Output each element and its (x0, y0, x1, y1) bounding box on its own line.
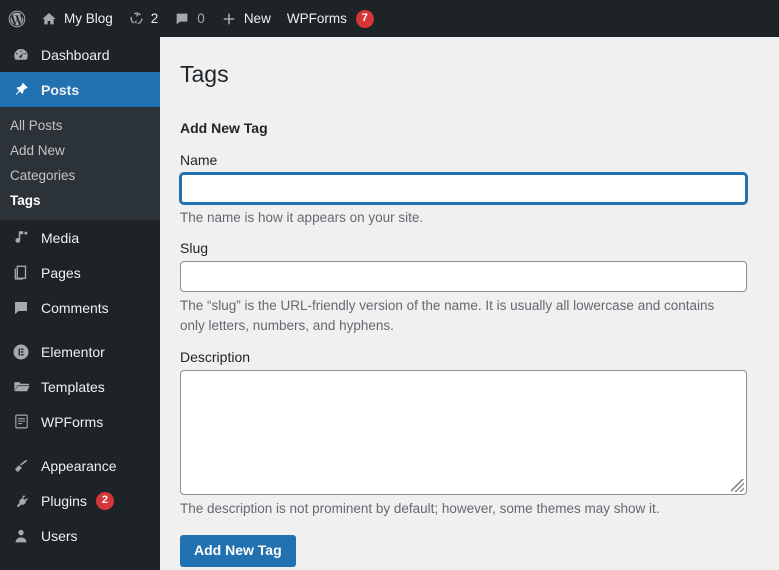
sidebar-item-appearance-label: Appearance (41, 458, 117, 474)
sidebar-item-pages[interactable]: Pages (0, 255, 160, 290)
sidebar-separator (0, 439, 160, 448)
sidebar-item-comments-label: Comments (41, 300, 109, 316)
sidebar-item-dashboard-label: Dashboard (41, 47, 110, 63)
description-help-text: The description is not prominent by defa… (180, 499, 740, 519)
field-name: Name The name is how it appears on your … (180, 152, 779, 228)
description-label: Description (180, 337, 779, 365)
field-slug: Slug The “slug” is the URL-friendly vers… (180, 228, 779, 337)
wpforms-icon (9, 412, 33, 432)
adminbar-new-label: New (244, 12, 271, 26)
admin-sidebar-menu: Dashboard Posts All Posts Add New Catego… (0, 37, 160, 570)
sidebar-item-templates-label: Templates (41, 379, 105, 395)
adminbar-site-name-label: My Blog (64, 12, 113, 26)
adminbar-wpforms-badge: 7 (356, 10, 374, 28)
sidebar-item-dashboard[interactable]: Dashboard (0, 37, 160, 72)
adminbar-new-content[interactable]: New (213, 0, 279, 37)
description-textarea[interactable] (180, 370, 747, 495)
sidebar-item-media[interactable]: Media (0, 220, 160, 255)
field-description: Description The description is not promi… (180, 337, 779, 519)
adminbar-comments-count: 0 (197, 12, 205, 26)
name-input[interactable] (180, 173, 747, 204)
adminbar-comments[interactable]: 0 (166, 0, 213, 37)
sidebar-item-wpforms[interactable]: WPForms (0, 404, 160, 439)
sidebar-item-plugins-label: Plugins (41, 493, 87, 509)
sidebar-separator (0, 325, 160, 334)
adminbar-wpforms-label: WPForms (287, 12, 347, 26)
plug-icon (9, 491, 33, 511)
comment-bubble-icon (174, 11, 190, 27)
sidebar-item-posts[interactable]: Posts (0, 72, 160, 107)
page-title: Tags (160, 37, 779, 90)
wordpress-admin-screen: My Blog 2 0 (0, 0, 779, 570)
admin-bar: My Blog 2 0 (0, 0, 779, 37)
folder-icon (9, 377, 33, 397)
home-icon (41, 11, 57, 27)
media-icon (9, 228, 33, 248)
sidebar-submenu-posts: All Posts Add New Categories Tags (0, 107, 160, 220)
sidebar-item-templates[interactable]: Templates (0, 369, 160, 404)
sidebar-item-users-label: Users (41, 528, 78, 544)
wordpress-logo-icon (7, 9, 27, 29)
updates-icon (129, 11, 144, 26)
adminbar-wordpress-logo[interactable] (0, 0, 33, 37)
sidebar-subitem-add-new[interactable]: Add New (0, 138, 160, 163)
sidebar-subitem-all-posts[interactable]: All Posts (0, 113, 160, 138)
sidebar-subitem-tags[interactable]: Tags (0, 188, 160, 213)
paintbrush-icon (9, 456, 33, 476)
sidebar-item-posts-label: Posts (41, 82, 79, 98)
dashboard-icon (9, 45, 33, 65)
sidebar-item-plugins[interactable]: Plugins 2 (0, 483, 160, 518)
sidebar-item-pages-label: Pages (41, 265, 81, 281)
sidebar-item-elementor-label: Elementor (41, 344, 105, 360)
main-content: Tags Add New Tag Name The name is how it… (160, 37, 779, 570)
adminbar-site-name[interactable]: My Blog (33, 0, 121, 37)
name-label: Name (180, 152, 779, 168)
name-help-text: The name is how it appears on your site. (180, 208, 740, 228)
form-heading: Add New Tag (180, 120, 779, 136)
user-icon (9, 526, 33, 546)
slug-label: Slug (180, 228, 779, 256)
sidebar-item-appearance[interactable]: Appearance (0, 448, 160, 483)
add-new-tag-button[interactable]: Add New Tag (180, 535, 296, 567)
elementor-icon (9, 342, 33, 362)
sidebar-item-users[interactable]: Users (0, 518, 160, 553)
description-textarea-wrapper (180, 370, 747, 495)
sidebar-item-media-label: Media (41, 230, 79, 246)
adminbar-wpforms[interactable]: WPForms 7 (279, 0, 382, 37)
sidebar-item-elementor[interactable]: Elementor (0, 334, 160, 369)
pin-icon (9, 80, 33, 100)
adminbar-updates[interactable]: 2 (121, 0, 167, 37)
add-new-tag-form: Add New Tag Name The name is how it appe… (160, 90, 779, 567)
slug-input[interactable] (180, 261, 747, 292)
sidebar-subitem-categories[interactable]: Categories (0, 163, 160, 188)
adminbar-updates-count: 2 (151, 12, 159, 26)
submit-row: Add New Tag (180, 519, 779, 567)
plus-icon (221, 11, 237, 27)
sidebar-item-plugins-badge: 2 (96, 492, 114, 510)
slug-help-text: The “slug” is the URL-friendly version o… (180, 296, 740, 337)
sidebar-item-wpforms-label: WPForms (41, 414, 103, 430)
comment-bubble-icon (9, 298, 33, 318)
pages-icon (9, 263, 33, 283)
sidebar-item-comments[interactable]: Comments (0, 290, 160, 325)
